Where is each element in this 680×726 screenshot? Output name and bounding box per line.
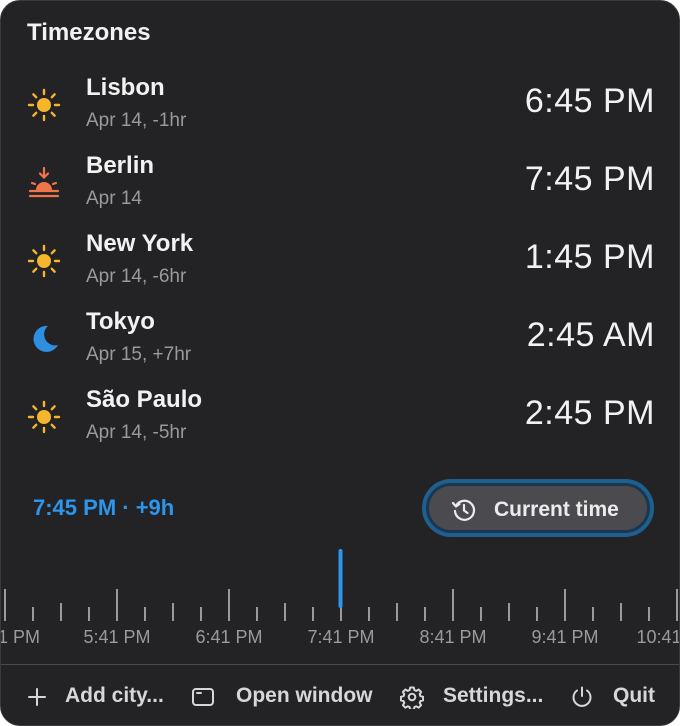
city-name: New York xyxy=(86,230,194,257)
timeline-tick-label: 7:41 PM xyxy=(307,627,374,647)
footer-divider xyxy=(1,664,679,665)
city-time: 7:45 PM xyxy=(524,160,655,198)
timeline-cursor[interactable] xyxy=(338,549,343,608)
add-city-button[interactable]: Add city... xyxy=(65,684,164,708)
city-time: 6:45 PM xyxy=(524,82,655,120)
timeline-tick-label: 1 PM xyxy=(1,627,40,647)
timeline-tick-label: 9:41 PM xyxy=(531,627,598,647)
sun-icon xyxy=(27,244,61,278)
power-icon xyxy=(572,686,592,707)
city-time: 1:45 PM xyxy=(524,238,655,276)
timeline-tick-label: 5:41 PM xyxy=(83,627,150,647)
timezone-row-lisbon[interactable]: Lisbon Apr 14, -1hr 6:45 PM xyxy=(1,74,679,144)
city-date-offset: Apr 14 xyxy=(86,188,142,209)
city-name: Tokyo xyxy=(86,308,155,335)
city-name: Lisbon xyxy=(86,74,165,101)
gear-icon xyxy=(400,686,424,709)
selected-time-offset: 7:45 PM · +9h xyxy=(33,495,175,520)
open-window-button[interactable]: Open window xyxy=(236,684,373,708)
panel-title: Timezones xyxy=(27,19,151,46)
city-time: 2:45 AM xyxy=(526,316,655,354)
sun-icon xyxy=(27,88,61,122)
timeline-tick-label: 10:41 xyxy=(636,627,679,647)
timeline-ruler: 1 PM 5:41 PM 6:41 PM 7:41 PM 8:41 PM 9:41 PM 1… xyxy=(1,549,679,647)
city-date-offset: Apr 14, -5hr xyxy=(86,422,187,443)
moon-icon xyxy=(33,325,58,352)
current-time-label: Current time xyxy=(494,498,619,521)
city-date-offset: Apr 14, -6hr xyxy=(86,266,187,287)
city-name: Berlin xyxy=(86,152,155,179)
current-time-button-face: Current time xyxy=(429,486,647,530)
city-name: São Paulo xyxy=(86,386,203,413)
timezone-row-sao-paulo[interactable]: São Paulo Apr 14, -5hr 2:45 PM xyxy=(1,386,679,456)
sun-icon xyxy=(27,400,61,434)
timezone-row-new-york[interactable]: New York Apr 14, -6hr 1:45 PM xyxy=(1,230,679,300)
timezone-row-tokyo[interactable]: Tokyo Apr 15, +7hr 2:45 AM xyxy=(1,308,679,378)
window-icon xyxy=(192,688,214,706)
city-date-offset: Apr 14, -1hr xyxy=(86,110,187,131)
sunset-icon xyxy=(28,166,60,198)
current-time-button[interactable]: Current time xyxy=(422,479,654,537)
city-time: 2:45 PM xyxy=(524,394,655,432)
timezones-panel: Timezones Lisbon Apr 14, -1hr 6:45 PM Be… xyxy=(0,0,680,726)
quit-button[interactable]: Quit xyxy=(613,684,655,708)
history-icon xyxy=(451,499,476,521)
timeline-tick-label: 6:41 PM xyxy=(195,627,262,647)
city-date-offset: Apr 15, +7hr xyxy=(86,344,192,365)
time-scrubber[interactable]: 1 PM 5:41 PM 6:41 PM 7:41 PM 8:41 PM 9:41 PM 1… xyxy=(1,541,679,661)
settings-button[interactable]: Settings... xyxy=(443,684,543,708)
timeline-tick-label: 8:41 PM xyxy=(419,627,486,647)
plus-icon xyxy=(28,688,46,706)
timezone-row-berlin[interactable]: Berlin Apr 14 7:45 PM xyxy=(1,152,679,222)
